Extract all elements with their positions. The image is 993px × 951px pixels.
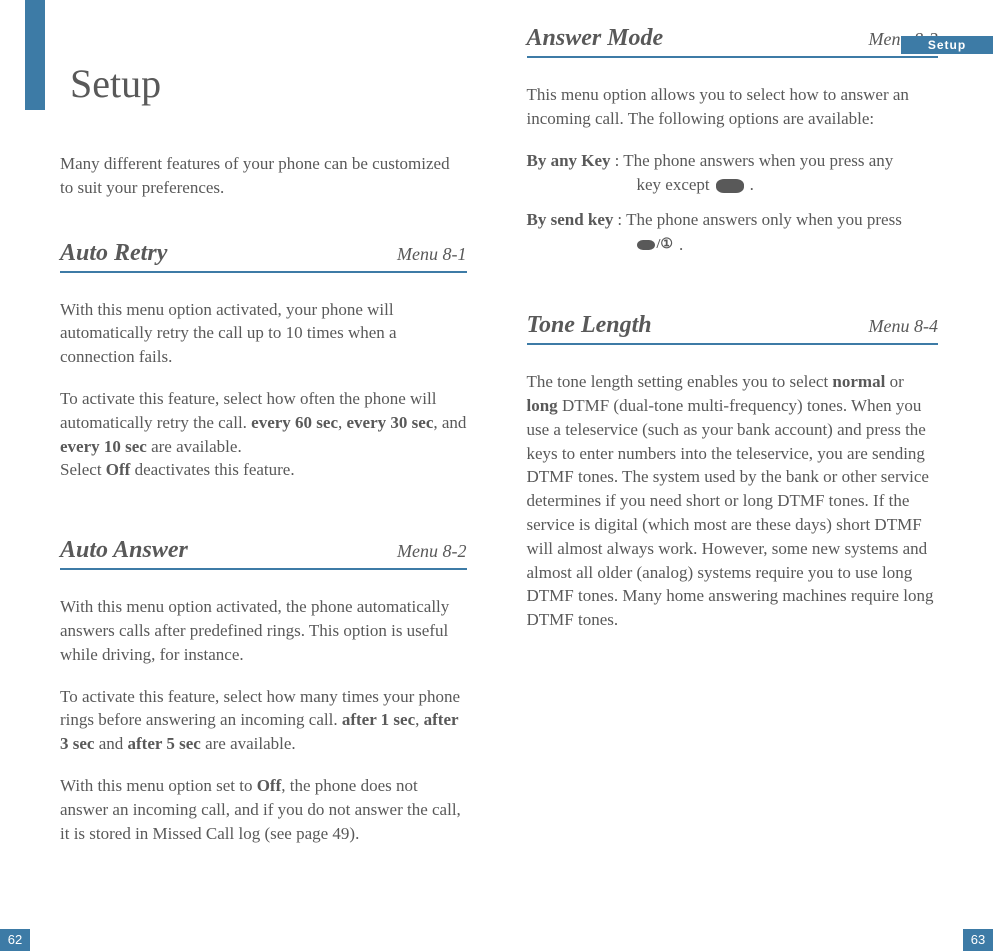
text-run: With this menu option set to xyxy=(60,776,257,795)
text-run: , xyxy=(338,413,347,432)
section-title: Tone Length xyxy=(527,312,652,339)
section-answer-mode: Answer Mode Menu 8-3 This menu option al… xyxy=(527,25,939,257)
page-title: Setup xyxy=(70,60,467,107)
option-text: : The phone answers when you press any xyxy=(615,149,938,174)
text-run: , and xyxy=(433,413,466,432)
section-header: Auto Retry Menu 8-1 xyxy=(60,240,467,273)
text-run: Select xyxy=(60,460,106,479)
text-run: The tone length setting enables you to s… xyxy=(527,372,833,391)
body-text: With this menu option activated, your ph… xyxy=(60,298,467,369)
section-header: Answer Mode Menu 8-3 xyxy=(527,25,939,58)
text-run: are available. xyxy=(201,734,296,753)
bold-run: every 10 sec xyxy=(60,437,147,456)
section-header: Auto Answer Menu 8-2 xyxy=(60,537,467,570)
body-text: With this menu option activated, the pho… xyxy=(60,595,467,666)
side-tab xyxy=(25,0,45,110)
bold-run: after 5 sec xyxy=(128,734,201,753)
text-run: DTMF (dual-tone multi-frequency) tones. … xyxy=(527,396,934,629)
page-right: Setup Answer Mode Menu 8-3 This menu opt… xyxy=(497,0,993,951)
page-number-left: 62 xyxy=(0,929,30,951)
bold-run: normal xyxy=(832,372,885,391)
option-key: By send key xyxy=(527,208,614,233)
end-key-icon xyxy=(716,179,744,193)
section-tone-length: Tone Length Menu 8-4 The tone length set… xyxy=(527,312,939,632)
intro-text: Many different features of your phone ca… xyxy=(60,152,467,200)
section-auto-answer: Auto Answer Menu 8-2 With this menu opti… xyxy=(60,537,467,845)
option-by-send-key: By send key : The phone answers only whe… xyxy=(527,208,939,257)
section-title: Answer Mode xyxy=(527,25,664,52)
text-run: deactivates this feature. xyxy=(130,460,294,479)
menu-ref: Menu 8-4 xyxy=(869,316,938,337)
section-header: Tone Length Menu 8-4 xyxy=(527,312,939,345)
send-key-icon: /① xyxy=(637,235,673,255)
bold-run: long xyxy=(527,396,558,415)
bold-run: Off xyxy=(257,776,282,795)
header-tab: Setup xyxy=(901,36,993,54)
section-auto-retry: Auto Retry Menu 8-1 With this menu optio… xyxy=(60,240,467,483)
text-run: , xyxy=(415,710,424,729)
option-text: key except xyxy=(637,173,710,198)
page-spread: Setup Many different features of your ph… xyxy=(0,0,993,951)
body-text: To activate this feature, select how man… xyxy=(60,685,467,756)
bold-run: every 60 sec xyxy=(251,413,338,432)
option-text: . xyxy=(750,173,754,198)
section-title: Auto Retry xyxy=(60,240,167,267)
body-text: To activate this feature, select how oft… xyxy=(60,387,467,482)
option-by-any-key: By any Key : The phone answers when you … xyxy=(527,149,939,198)
body-text: This menu option allows you to select ho… xyxy=(527,83,939,131)
page-left: Setup Many different features of your ph… xyxy=(0,0,497,951)
menu-ref: Menu 8-1 xyxy=(397,244,466,265)
text-run: and xyxy=(94,734,127,753)
menu-ref: Menu 8-2 xyxy=(397,541,466,562)
bold-run: after 1 sec xyxy=(342,710,415,729)
option-key: By any Key xyxy=(527,149,611,174)
body-text: With this menu option set to Off, the ph… xyxy=(60,774,467,845)
bold-run: Off xyxy=(106,460,131,479)
body-text: The tone length setting enables you to s… xyxy=(527,370,939,632)
page-number-right: 63 xyxy=(963,929,993,951)
bold-run: every 30 sec xyxy=(347,413,434,432)
option-text: : The phone answers only when you press xyxy=(617,208,938,233)
text-run: are available. xyxy=(147,437,242,456)
text-run: or xyxy=(885,372,903,391)
option-text: . xyxy=(679,233,683,258)
section-title: Auto Answer xyxy=(60,537,188,564)
